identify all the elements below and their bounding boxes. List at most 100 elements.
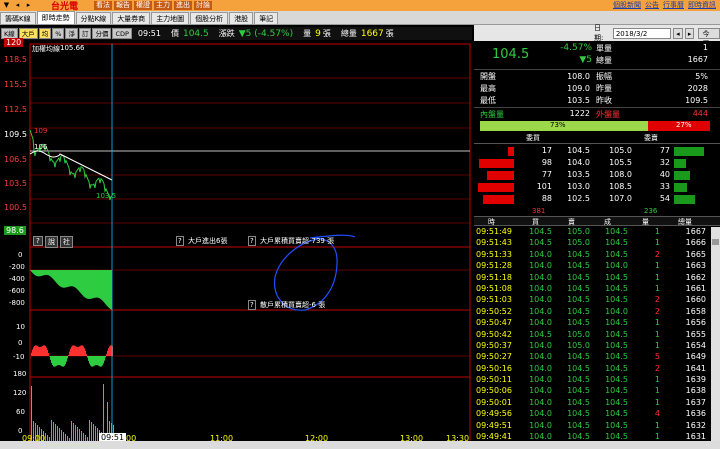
sub1-tick: -400	[9, 275, 25, 283]
menu-item[interactable]: 報告	[114, 1, 133, 10]
tick-ask: 104.5	[567, 306, 590, 316]
cdp-button[interactable]: CDP	[112, 28, 132, 39]
retail-bar	[48, 353, 49, 356]
average-button[interactable]: 均	[38, 28, 52, 39]
book-row[interactable]: 98 104.0 105.5 32	[474, 158, 720, 169]
tick-row[interactable]: 09:51:28 104.0 104.5 104.0 1 1663	[474, 261, 710, 272]
tick-row[interactable]: 09:49:56 104.0 104.5 104.5 4 1636	[474, 409, 710, 420]
retail-bar	[45, 346, 46, 356]
tab-big-brokers[interactable]: 大量券商	[112, 12, 151, 24]
tick-row[interactable]: 09:50:16 104.0 104.5 104.5 2 1641	[474, 364, 710, 375]
retail-bar	[87, 356, 88, 358]
tick-row[interactable]: 09:50:42 104.5 105.0 104.5 1 1655	[474, 330, 710, 341]
tick-row[interactable]: 09:50:47 104.0 104.5 104.5 1 1656	[474, 318, 710, 329]
tick-ask: 105.0	[567, 340, 590, 350]
price-value: 104.5	[182, 28, 209, 39]
price-dist-button[interactable]: 分價	[92, 28, 112, 39]
prev-arrow-icon[interactable]: ◂	[13, 1, 22, 10]
explain-button[interactable]: 說	[45, 236, 58, 248]
tab-stock-analysis[interactable]: 個股分析	[190, 12, 229, 24]
link-announce[interactable]: 公告	[645, 0, 659, 11]
price-label: 價	[170, 29, 179, 38]
today-button[interactable]: 今天	[698, 27, 720, 48]
link-news[interactable]: 個股新聞	[613, 0, 641, 11]
book-row[interactable]: 77 103.5 108.0 40	[474, 170, 720, 181]
order-button[interactable]: 訂	[78, 28, 92, 39]
retail-bar	[102, 356, 103, 366]
price-top-tick: 120	[4, 38, 24, 47]
retail-bar	[67, 356, 68, 359]
tick-price: 104.5	[605, 340, 628, 350]
tick-volume: 1	[654, 272, 660, 282]
tab-main-map[interactable]: 主力地圖	[151, 12, 190, 24]
retail-bar	[36, 345, 37, 356]
tick-ask: 104.5	[567, 386, 590, 396]
tick-row[interactable]: 09:50:27 104.0 104.5 104.5 5 1649	[474, 352, 710, 363]
average-line	[29, 150, 113, 181]
tick-price: 104.5	[605, 295, 628, 305]
tick-row[interactable]: 09:50:11 104.0 104.5 104.5 1 1639	[474, 375, 710, 386]
help-icon[interactable]: ?	[248, 300, 256, 310]
price-bottom-tick: 98.6	[4, 226, 26, 235]
date-picker[interactable]: 2018/3/2	[612, 27, 671, 39]
book-row[interactable]: 17 104.5 105.0 77	[474, 146, 720, 157]
link-realtime[interactable]: 即時資訊	[688, 0, 716, 11]
stat-value: 108.0	[567, 72, 590, 81]
link-calendar[interactable]: 行事曆	[663, 0, 684, 11]
tick-time: 09:51:18	[476, 272, 512, 282]
retail-bar	[52, 356, 53, 366]
dropdown-icon[interactable]: ▼	[2, 1, 11, 10]
tab-branch-kline[interactable]: 分點K線	[75, 12, 112, 24]
tab-realtime[interactable]: 即時走勢	[36, 11, 75, 24]
prev-day-icon[interactable]: ◂	[672, 27, 683, 39]
tick-time: 09:51:33	[476, 249, 512, 259]
book-row[interactable]: 101 103.0 108.5 33	[474, 182, 720, 193]
next-arrow-icon[interactable]: ▸	[24, 1, 33, 10]
tick-row[interactable]: 09:50:37 104.0 105.0 104.5 1 1654	[474, 341, 710, 352]
tick-total: 1660	[685, 295, 706, 305]
menu-item[interactable]: 討論	[194, 1, 213, 10]
tick-ask: 104.5	[567, 318, 590, 328]
help-icon[interactable]: ?	[248, 236, 256, 246]
help-icon[interactable]: ?	[176, 236, 184, 246]
tick-row[interactable]: 09:51:08 104.0 104.5 104.5 1 1661	[474, 284, 710, 295]
tick-row[interactable]: 09:50:06 104.0 104.5 104.5 1 1638	[474, 386, 710, 397]
intraday-chart[interactable]: 120 加權均線 105.66 118.5 115.5 112.5 109.5 …	[0, 38, 472, 449]
retail-bar	[108, 348, 109, 356]
retail-bar	[106, 353, 107, 356]
community-button[interactable]: 社	[60, 236, 73, 248]
tick-row[interactable]: 09:50:52 104.0 104.5 104.0 2 1658	[474, 307, 710, 318]
menu-item[interactable]: 主力	[154, 1, 173, 10]
tick-row[interactable]: 09:51:18 104.0 104.5 104.5 1 1662	[474, 273, 710, 284]
tick-row[interactable]: 09:51:03 104.0 104.5 104.5 2 1660	[474, 295, 710, 306]
retail-bar	[40, 346, 41, 356]
price-tick: 103.5	[4, 179, 27, 188]
tab-notes[interactable]: 筆記	[254, 12, 279, 24]
tick-row[interactable]: 09:50:01 104.0 104.5 104.5 1 1637	[474, 398, 710, 409]
percent-button[interactable]: %	[52, 28, 65, 39]
ask-qty: 54	[659, 194, 670, 203]
retail-bar	[105, 356, 106, 358]
stats-table: 開盤 108.0 振幅 5% 最高 109.0 昨量 2028 最低 103.5…	[474, 69, 720, 105]
open-mark: 109	[34, 127, 48, 135]
tick-scrollbar[interactable]	[711, 227, 720, 449]
menu-item[interactable]: 進出	[174, 1, 193, 10]
tick-ask: 104.5	[567, 261, 590, 271]
next-day-icon[interactable]: ▸	[684, 27, 695, 39]
menu-item[interactable]: 權證	[134, 1, 153, 10]
scrollbar-thumb[interactable]	[712, 239, 719, 245]
menu-item[interactable]: 看法	[94, 1, 113, 10]
net-button[interactable]: 淨	[65, 28, 78, 39]
tick-row[interactable]: 09:51:33 104.0 104.5 104.5 2 1665	[474, 250, 710, 261]
tab-chip-kline[interactable]: 籌碼K線	[0, 12, 36, 24]
tick-row[interactable]: 09:49:51 104.0 104.5 104.5 1 1632	[474, 421, 710, 432]
help-button[interactable]: ?	[33, 236, 43, 246]
book-row[interactable]: 88 102.5 107.0 54	[474, 194, 720, 205]
tab-hk-stocks[interactable]: 港股	[229, 12, 254, 24]
tick-row[interactable]: 09:51:49 104.5 105.0 104.5 1 1667	[474, 227, 710, 238]
retail-bar	[110, 345, 111, 356]
retail-bar	[101, 356, 102, 367]
tick-row[interactable]: 09:51:43 104.5 105.0 104.5 1 1666	[474, 238, 710, 249]
inner-ratio-text: 73%	[550, 121, 566, 129]
tick-table[interactable]: 09:51:49 104.5 105.0 104.5 1 1667 09:51:43 104.…	[474, 227, 710, 443]
